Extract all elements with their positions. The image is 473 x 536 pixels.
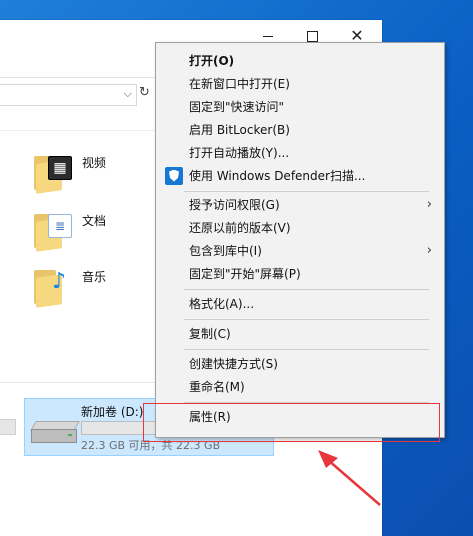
menu-item-open-new-window[interactable]: 在新窗口中打开(E) [156,72,444,95]
address-bar[interactable]: ⌵ [0,84,137,106]
menu-item-defender-scan[interactable]: 使用 Windows Defender扫描... [156,164,444,187]
menu-item-open[interactable]: 打开(O) [156,49,444,72]
hard-drive-icon [30,421,80,443]
menu-item-include-library[interactable]: 包含到库中(I) › [156,239,444,262]
menu-separator [184,349,429,350]
menu-separator [184,289,429,290]
chevron-down-icon[interactable]: ⌵ [124,87,132,101]
menu-item-pin-start[interactable]: 固定到"开始"屏幕(P) [156,262,444,285]
menu-item-grant-access[interactable]: 授予访问权限(G) › [156,193,444,216]
folder-label: 视频 [82,156,107,170]
menu-item-bitlocker[interactable]: 启用 BitLocker(B) [156,118,444,141]
menu-item-restore-versions[interactable]: 还原以前的版本(V) [156,216,444,239]
menu-separator [184,319,429,320]
music-folder-icon: ♪ [34,266,74,308]
minimize-icon [263,35,273,37]
windows-defender-shield-icon [165,166,183,185]
folder-label: 音乐 [82,270,107,284]
drive-name: 新加卷 (D:) [81,405,144,419]
maximize-icon [306,30,318,42]
menu-item-format[interactable]: 格式化(A)... [156,292,444,315]
chevron-right-icon: › [426,197,432,212]
scroll-stub [0,419,16,435]
folder-item-videos[interactable]: ▦ 视频 [34,152,107,194]
menu-separator [184,191,429,192]
documents-folder-icon: ≣ [34,210,74,252]
context-menu: 打开(O) 在新窗口中打开(E) 固定到"快速访问" 启用 BitLocker(… [155,42,445,438]
menu-item-copy[interactable]: 复制(C) [156,322,444,345]
menu-item-rename[interactable]: 重命名(M) [156,375,444,398]
folder-label: 文档 [82,214,107,228]
menu-item-autoplay[interactable]: 打开自动播放(Y)... [156,141,444,164]
folder-item-documents[interactable]: ≣ 文档 [34,210,107,252]
menu-item-create-shortcut[interactable]: 创建快捷方式(S) [156,352,444,375]
folder-item-music[interactable]: ♪ 音乐 [34,266,107,308]
refresh-icon[interactable]: ↻ [139,85,150,100]
video-folder-icon: ▦ [34,152,74,194]
chevron-right-icon: › [426,243,432,258]
annotation-highlight-box [143,403,440,442]
menu-item-pin-quick-access[interactable]: 固定到"快速访问" [156,95,444,118]
